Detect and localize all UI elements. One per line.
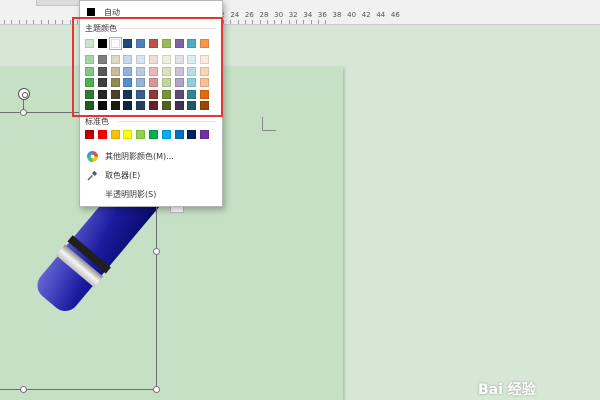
margin-corner-mark [262,117,276,131]
semi-transparent-shadow-item[interactable]: 半透明阴影(S) [80,186,220,203]
standard-color-swatch[interactable] [97,130,107,139]
ruler-number: 26 [244,11,254,19]
eyedropper-item[interactable]: 取色器(E) [80,167,220,184]
ruler-tick [266,20,268,24]
resize-handle-right[interactable] [153,248,160,255]
standard-color-swatch[interactable] [187,130,197,139]
ruler-tick [25,20,27,24]
more-shadow-colors-item[interactable]: 其他阴影颜色(M)... [80,148,220,165]
ruler-number: 32 [288,11,298,19]
section-divider [118,121,216,122]
standard-color-swatch[interactable] [123,130,133,139]
ruler-tick [33,20,35,24]
ruler-tick [237,20,239,24]
eyedropper-icon [87,170,98,181]
standard-color-swatch[interactable] [85,130,94,139]
ruler-tick [310,20,312,24]
theme-colors-highlight [72,17,223,117]
standard-color-swatch[interactable] [174,130,184,139]
ruler-tick [62,20,64,24]
standard-color-swatch[interactable] [136,130,146,139]
watermark: Bai 经验 [478,375,600,400]
ruler-tick [223,20,224,24]
ruler-tick [40,20,42,24]
standard-color-swatch[interactable] [110,130,120,139]
ruler-number: 34 [303,11,313,19]
color-wheel-icon [87,151,98,162]
ruler-tick [69,20,71,24]
auto-color-option[interactable]: 自动 [80,4,220,18]
ruler-tick [230,20,232,24]
ruler-number: 24 [230,11,240,19]
ruler-number: 42 [361,11,371,19]
ruler-tick [317,20,319,24]
ruler-tick [296,20,297,24]
standard-color-swatch[interactable] [149,130,158,139]
ruler-number: 46 [390,11,400,19]
ruler-number: 36 [317,11,327,19]
more-shadow-colors-label: 其他阴影颜色(M)... [105,152,174,161]
ruler-tick [288,20,290,24]
watermark-text: Bai 经验 [478,382,536,398]
standard-color-swatch[interactable] [200,130,210,139]
semi-transparent-shadow-label: 半透明阴影(S) [105,190,157,199]
ruler-number: 28 [259,11,269,19]
eyedropper-label: 取色器(E) [105,171,141,180]
ruler-tick [18,20,20,24]
standard-colors-title: 标准色 [85,117,109,126]
ruler-tick [244,20,246,24]
ruler-tick [11,20,13,24]
standard-color-swatch[interactable] [161,130,171,139]
resize-handle-top[interactable] [20,109,27,116]
ruler-number: 40 [347,11,357,19]
ruler-tick [259,20,261,24]
ruler-tick [252,20,254,24]
auto-color-swatch [87,8,95,16]
ruler-tick [4,20,5,24]
ruler-tick [325,20,327,24]
ruler-number: 30 [274,11,284,19]
ruler-tick [281,20,283,24]
ruler-tick [274,20,276,24]
resize-handle-bottom-right[interactable] [153,386,160,393]
rotate-handle[interactable] [18,88,30,100]
ruler-number: 44 [376,11,386,19]
ruler-tick [55,20,57,24]
resize-handle-bottom[interactable] [20,386,27,393]
ruler-tick [303,20,305,24]
ruler-tick [47,20,49,24]
ruler-number: 38 [332,11,342,19]
